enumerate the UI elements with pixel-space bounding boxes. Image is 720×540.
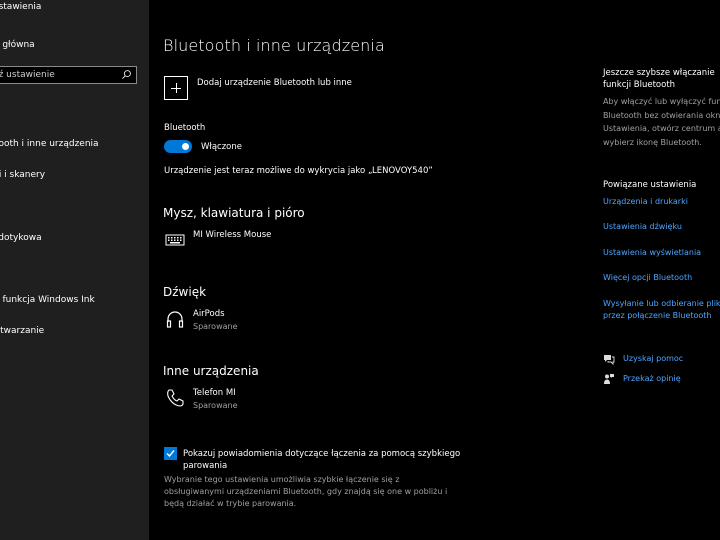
section-mouse-heading: Mysz, klawiatura i pióro bbox=[163, 206, 305, 220]
device-airpods-status: Sparowane bbox=[193, 322, 238, 331]
sidebar-item-touchpad[interactable]: Płytka dotykowa bbox=[0, 233, 42, 243]
bluetooth-state: Włączone bbox=[201, 142, 242, 152]
device-airpods-name[interactable]: AirPods bbox=[193, 309, 225, 319]
swift-pair-checkbox[interactable] bbox=[164, 447, 177, 460]
discoverable-text: Urządzenie jest teraz możliwe do wykryci… bbox=[164, 166, 433, 176]
nav-home[interactable]: Strona główna bbox=[0, 40, 35, 50]
link-display-settings[interactable]: Ustawienia wyświetlania bbox=[603, 248, 701, 257]
add-device-label[interactable]: Dodaj urządzenie Bluetooth lub inne bbox=[197, 78, 352, 88]
app-title: Ustawienia bbox=[0, 2, 42, 12]
sidebar-item-autoplay[interactable]: Autoodtwarzanie bbox=[0, 326, 44, 336]
get-help-link[interactable]: Uzyskaj pomoc bbox=[623, 354, 683, 363]
sidebar-item-printers[interactable]: Drukarki i skanery bbox=[0, 170, 45, 180]
bluetooth-toggle[interactable] bbox=[164, 140, 192, 153]
related-settings-heading: Powiązane ustawienia bbox=[603, 180, 697, 190]
section-audio-heading: Dźwięk bbox=[163, 285, 207, 299]
related-panel: Jeszcze szybsze włączanie funkcji Blueto… bbox=[589, 0, 720, 540]
link-devices-printers[interactable]: Urządzenia i drukarki bbox=[603, 197, 688, 206]
phone-icon bbox=[167, 389, 184, 407]
help-chat-icon bbox=[604, 355, 615, 365]
link-more-bluetooth[interactable]: Więcej opcji Bluetooth bbox=[603, 273, 692, 282]
main-content: Bluetooth i inne urządzenia Dodaj urządz… bbox=[149, 0, 589, 540]
device-mouse-name[interactable]: MI Wireless Mouse bbox=[193, 230, 271, 240]
swift-pair-label[interactable]: Pokazuj powiadomienia dotyczące łączenia… bbox=[183, 448, 483, 472]
tip-body: Aby włączyć lub wyłączyć funkcję Bluetoo… bbox=[603, 97, 720, 147]
section-other-heading: Inne urządzenia bbox=[163, 364, 259, 378]
settings-sidebar: Ustawienia Strona główna Znajdź ustawien… bbox=[0, 0, 149, 540]
link-send-receive-files[interactable]: Wysyłanie lub odbieranie plików przez po… bbox=[603, 298, 720, 322]
feedback-person-icon bbox=[604, 374, 614, 384]
checkmark-icon bbox=[166, 450, 175, 458]
add-device-button[interactable] bbox=[164, 76, 188, 100]
swift-pair-description: Wybranie tego ustawienia umożliwia szybk… bbox=[164, 475, 448, 508]
feedback-link[interactable]: Przekaż opinię bbox=[623, 374, 681, 383]
device-phone-status: Sparowane bbox=[193, 401, 238, 410]
tip-title: Jeszcze szybsze włączanie funkcji Blueto… bbox=[603, 68, 715, 90]
device-phone-name[interactable]: Telefon MI bbox=[193, 388, 236, 398]
search-box[interactable]: Znajdź ustawienie bbox=[0, 66, 137, 84]
sidebar-item-pen-ink[interactable]: Pióro i funkcja Windows Ink bbox=[0, 295, 95, 305]
sidebar-item-bluetooth[interactable]: Bluetooth i inne urządzenia bbox=[0, 139, 99, 149]
link-sound-settings[interactable]: Ustawienia dźwięku bbox=[603, 222, 682, 231]
keyboard-icon bbox=[165, 234, 185, 246]
headphones-icon bbox=[166, 311, 184, 328]
search-icon[interactable] bbox=[121, 69, 132, 80]
page-title: Bluetooth i inne urządzenia bbox=[163, 36, 385, 55]
search-input[interactable]: Znajdź ustawienie bbox=[0, 70, 55, 80]
bluetooth-label: Bluetooth bbox=[164, 123, 206, 133]
